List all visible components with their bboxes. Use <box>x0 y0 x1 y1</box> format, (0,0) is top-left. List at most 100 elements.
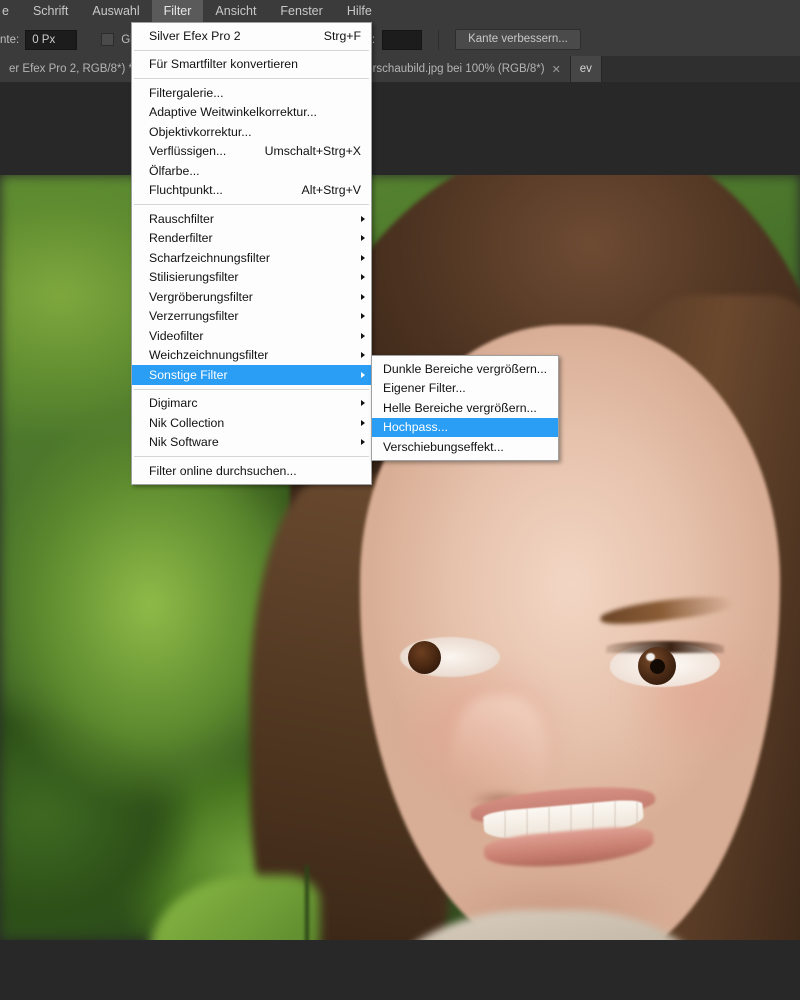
menu-item-label: Ölfarbe... <box>149 163 200 178</box>
submenu-arrow-icon <box>361 293 365 300</box>
menu-item-label: Nik Software <box>149 435 219 450</box>
submenu-arrow-icon <box>361 400 365 407</box>
submenu-arrow-icon <box>361 332 365 339</box>
menu-item-label: Für Smartfilter konvertieren <box>149 57 298 72</box>
menu-separator <box>134 388 369 390</box>
filter-menu-dropdown[interactable]: Silver Efex Pro 2 Strg+F Für Smartfilter k… <box>131 22 372 485</box>
menu-item-label: Verzerrungsfilter <box>149 309 239 324</box>
menu-item-scharfzeichnungsfilter[interactable]: Scharfzeichnungsfilter <box>132 248 371 268</box>
menu-auswahl[interactable]: Auswahl <box>80 0 151 23</box>
document-tab[interactable]: Vorschaubild.jpg bei 100% (RGB/8*) ✕ <box>350 56 571 82</box>
menu-item-label: Digimarc <box>149 396 198 411</box>
submenu-item-label: Dunkle Bereiche vergrößern... <box>383 361 548 376</box>
menu-item-label: Verflüssigen... <box>149 144 227 159</box>
menu-item-silver-efex-pro-2[interactable]: Silver Efex Pro 2 Strg+F <box>132 26 371 46</box>
menu-item-label: Fluchtpunkt... <box>149 183 223 198</box>
submenu-arrow-icon <box>361 274 365 281</box>
menu-item-vergröberungsfilter[interactable]: Vergröberungsfilter <box>132 287 371 307</box>
menu-item-digimarc[interactable]: Digimarc <box>132 394 371 414</box>
menu-separator <box>134 204 369 205</box>
feather-label: nte: <box>0 33 20 46</box>
photoshop-window: e Schrift Auswahl Filter Ansicht Fenster Hilfe… <box>0 0 800 1000</box>
sonstige-filter-submenu[interactable]: Dunkle Bereiche vergrößern... Eigener Fil… <box>371 355 559 461</box>
menu-item-label: Sonstige Filter <box>149 367 228 382</box>
menu-item-nik-software[interactable]: Nik Software <box>132 433 371 453</box>
menu-item-label: Filtergalerie... <box>149 85 224 100</box>
menu-e[interactable]: e <box>0 0 21 23</box>
image-canvas[interactable] <box>0 175 800 940</box>
document-tab-bar: er Efex Pro 2, RGB/8*) *SC9740.NEF bei 2… <box>0 56 800 82</box>
menu-item-objektivkorrektur[interactable]: Objektivkorrektur... <box>132 122 371 142</box>
antialias-checkbox[interactable] <box>101 33 115 46</box>
menu-item-filter-online-durchsuchen[interactable]: Filter online durchsuchen... <box>132 461 371 481</box>
menu-item-label: Nik Collection <box>149 415 225 430</box>
menu-separator <box>134 49 369 51</box>
menu-item-label: Weichzeichnungsfilter <box>149 348 269 363</box>
menu-ansicht[interactable]: Ansicht <box>203 0 268 23</box>
menu-item-label: Filter online durchsuchen... <box>149 463 297 478</box>
menu-item-label: Adaptive Weitwinkelkorrektur... <box>149 105 317 120</box>
document-tab-label: ev <box>579 63 592 75</box>
submenu-item-label: Eigener Filter... <box>383 381 466 396</box>
document-area <box>0 82 800 1000</box>
submenu-item-label: Hochpass... <box>383 420 448 435</box>
menu-item-fluchtpunkt[interactable]: Fluchtpunkt... Alt+Strg+V <box>132 181 371 201</box>
document-tab[interactable]: ev <box>570 56 602 82</box>
menu-item-label: Rauschfilter <box>149 211 214 226</box>
menu-item-label: Renderfilter <box>149 231 213 246</box>
iris-left <box>408 641 441 674</box>
submenu-arrow-icon <box>361 439 365 446</box>
menu-item-stilisierungsfilter[interactable]: Stilisierungsfilter <box>132 268 371 288</box>
portrait-photo <box>0 175 800 940</box>
submenu-arrow-icon <box>361 352 365 359</box>
menu-item-label: Silver Efex Pro 2 <box>149 28 241 43</box>
menu-schrift[interactable]: Schrift <box>21 0 80 23</box>
menu-item-für-smartfilter-konvertieren[interactable]: Für Smartfilter konvertieren <box>132 55 371 75</box>
menu-item-filtergalerie[interactable]: Filtergalerie... <box>132 83 371 103</box>
menu-item-nik-collection[interactable]: Nik Collection <box>132 413 371 433</box>
submenu-item-eigener-filter[interactable]: Eigener Filter... <box>372 379 558 399</box>
menu-item-verzerrungsfilter[interactable]: Verzerrungsfilter <box>132 307 371 327</box>
menu-item-shortcut: Strg+F <box>323 28 361 43</box>
menu-item-label: Vergröberungsfilter <box>149 289 253 304</box>
document-tab[interactable]: er Efex Pro 2, RGB/8*) * <box>0 56 143 82</box>
options-bar: nte: 0 Px Glätte ⇄ H: Kante verbessern..… <box>0 23 800 56</box>
height-input[interactable] <box>382 29 423 50</box>
menu-item-weichzeichnungsfilter[interactable]: Weichzeichnungsfilter <box>132 346 371 366</box>
menu-item-label: Scharfzeichnungsfilter <box>149 250 270 265</box>
menu-item-shortcut: Alt+Strg+V <box>301 183 361 198</box>
submenu-item-helle-bereiche-vergrößern[interactable]: Helle Bereiche vergrößern... <box>372 398 558 418</box>
menu-item-label: Videofilter <box>149 328 204 343</box>
feather-input[interactable]: 0 Px <box>25 29 78 50</box>
menu-separator <box>134 456 369 457</box>
submenu-arrow-icon <box>361 215 365 222</box>
mouth <box>463 757 673 894</box>
document-tab-label: er Efex Pro 2, RGB/8*) * <box>9 63 133 75</box>
menu-filter[interactable]: Filter <box>151 0 204 23</box>
submenu-arrow-icon <box>361 371 365 378</box>
menu-item-label: Stilisierungsfilter <box>149 270 239 285</box>
options-divider <box>438 29 440 50</box>
submenu-arrow-icon <box>361 313 365 320</box>
menu-item-ölfarbe[interactable]: Ölfarbe... <box>132 161 371 181</box>
menu-item-verflüssigen[interactable]: Verflüssigen... Umschalt+Strg+X <box>132 142 371 162</box>
submenu-item-label: Verschiebungseffekt... <box>383 439 504 454</box>
submenu-item-dunkle-bereiche-vergrößern[interactable]: Dunkle Bereiche vergrößern... <box>372 359 558 379</box>
submenu-item-label: Helle Bereiche vergrößern... <box>383 400 537 415</box>
menu-item-sonstige-filter[interactable]: Sonstige Filter <box>132 365 371 385</box>
menu-bar: e Schrift Auswahl Filter Ansicht Fenster Hilfe <box>0 0 800 23</box>
submenu-item-hochpass[interactable]: Hochpass... <box>372 417 558 437</box>
menu-hilfe[interactable]: Hilfe <box>335 0 384 23</box>
submenu-arrow-icon <box>361 235 365 242</box>
menu-fenster[interactable]: Fenster <box>268 0 334 23</box>
menu-separator <box>134 78 369 79</box>
menu-item-rauschfilter[interactable]: Rauschfilter <box>132 209 371 229</box>
plant-stem <box>305 865 309 940</box>
close-icon[interactable]: ✕ <box>552 63 561 76</box>
menu-item-adaptive-weitwinkelkorrektur[interactable]: Adaptive Weitwinkelkorrektur... <box>132 103 371 123</box>
refine-edge-button[interactable]: Kante verbessern... <box>455 29 581 50</box>
menu-item-videofilter[interactable]: Videofilter <box>132 326 371 346</box>
submenu-item-verschiebungseffekt[interactable]: Verschiebungseffekt... <box>372 437 558 457</box>
menu-item-renderfilter[interactable]: Renderfilter <box>132 229 371 249</box>
submenu-arrow-icon <box>361 254 365 261</box>
